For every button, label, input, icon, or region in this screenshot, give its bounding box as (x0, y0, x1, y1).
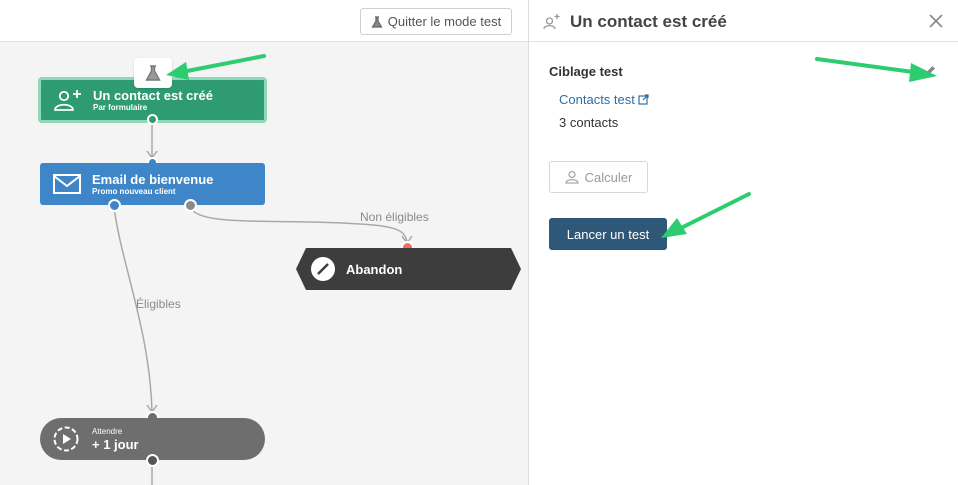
email-subtitle: Promo nouveau client (92, 186, 176, 196)
external-link-icon (638, 94, 649, 105)
user-icon (565, 170, 579, 184)
trigger-subtitle: Par formulaire (93, 102, 148, 112)
envelope-icon (53, 174, 81, 194)
panel-title: Un contact est créé (570, 12, 727, 31)
wait-output-port[interactable] (146, 454, 159, 467)
wait-title: + 1 jour (92, 436, 139, 452)
test-contacts-link-label: Contacts test (559, 92, 635, 107)
calculate-button[interactable]: Calculer (549, 161, 648, 193)
properties-panel: Un contact est créé Ciblage test Contact… (529, 0, 958, 485)
trigger-title: Un contact est créé (93, 87, 213, 103)
stop-icon (311, 257, 335, 281)
annotation-arrow (661, 192, 751, 238)
email-title: Email de bienvenue (92, 171, 214, 187)
timer-play-icon (53, 426, 79, 452)
targeting-section-title: Ciblage test (549, 64, 623, 79)
launch-test-button[interactable]: Lancer un test (549, 218, 667, 250)
test-contacts-link[interactable]: Contacts test (559, 92, 649, 107)
wait-subtitle: Attendre (92, 426, 123, 436)
add-user-icon (543, 14, 560, 30)
abandon-node[interactable]: Abandon (296, 248, 521, 290)
close-icon[interactable] (929, 14, 943, 28)
eligible-label: Éligibles (136, 297, 181, 311)
annotation-arrow (166, 54, 266, 80)
abandon-title: Abandon (346, 261, 403, 277)
add-user-icon (54, 90, 81, 111)
contacts-count: 3 contacts (559, 115, 619, 130)
panel-header: Un contact est créé (529, 0, 958, 42)
not-eligible-label: Non éligibles (360, 210, 429, 224)
quit-test-mode-label: Quitter le mode test (387, 14, 502, 29)
canvas-toolbar: Quitter le mode test (0, 0, 528, 42)
trigger-output-port[interactable] (147, 114, 158, 125)
annotation-arrow (815, 57, 937, 82)
eligible-output-port[interactable] (108, 199, 121, 212)
workflow-canvas[interactable]: Quitter le mode test Un contact est créé… (0, 0, 529, 485)
not-eligible-output-port[interactable] (184, 199, 197, 212)
quit-test-mode-button[interactable]: Quitter le mode test (360, 8, 512, 35)
flask-icon (371, 15, 383, 28)
launch-test-button-label: Lancer un test (566, 226, 650, 242)
email-node[interactable]: Email de bienvenue Promo nouveau client (40, 163, 265, 205)
calculate-button-label: Calculer (584, 169, 633, 185)
